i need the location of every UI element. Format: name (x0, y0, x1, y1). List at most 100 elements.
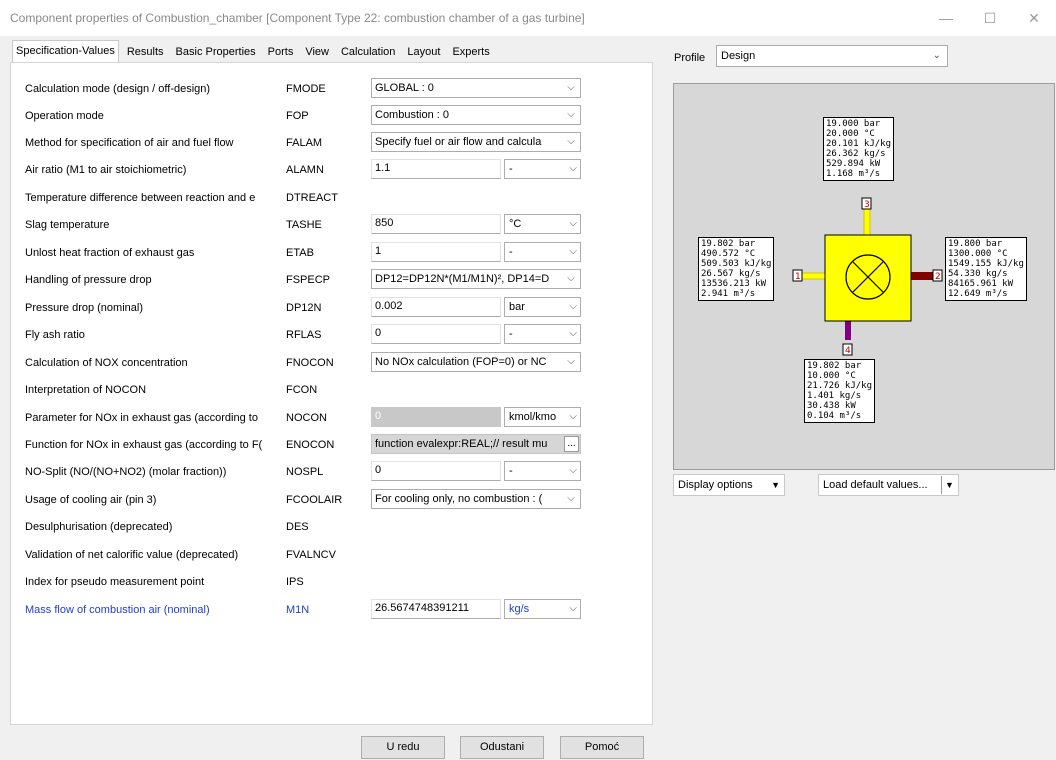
param-input[interactable]: 1 (371, 242, 501, 262)
pin-4-label: 4 (845, 346, 851, 356)
param-input-value: 0 (375, 464, 382, 476)
profile-select[interactable]: Design ⌄ (716, 45, 948, 67)
param-label: Air ratio (M1 to air stoichiometric) (25, 164, 187, 176)
param-label: Usage of cooling air (pin 3) (25, 494, 157, 506)
param-code: FALAM (286, 137, 323, 149)
param-select[interactable]: DP12=DP12N*(M1/M1N)², DP14=D ⌵ (371, 269, 581, 289)
param-code: FNOCON (286, 357, 334, 369)
load-default-values-button[interactable]: Load default values... ▼ (818, 474, 959, 496)
param-code: DTREACT (286, 192, 338, 204)
param-input[interactable]: 1.1 (371, 159, 501, 179)
param-row-enocon: Function for NOx in exhaust gas (accordi… (11, 434, 651, 456)
chevron-down-icon: ⌵ (569, 246, 577, 257)
minimize-icon[interactable]: — (928, 6, 964, 30)
param-row-nocon: Parameter for NOx in exhaust gas (accord… (11, 407, 651, 429)
param-code: FVALNCV (286, 549, 336, 561)
unit-value: - (509, 246, 513, 258)
param-row-rflas: Fly ash ratio RFLAS 0- ⌵ (11, 324, 651, 346)
component-diagram[interactable]: 1 2 3 4 19.000 bar 20.000 °C 20.101 kJ/k… (673, 83, 1055, 470)
cancel-button[interactable]: Odustani (460, 736, 544, 759)
unit-select[interactable]: - ⌵ (504, 461, 581, 481)
unit-select[interactable]: bar ⌵ (504, 297, 581, 317)
param-input[interactable]: 0.002 (371, 297, 501, 317)
param-row-ips: Index for pseudo measurement point IPS (11, 571, 651, 593)
maximize-icon[interactable]: ☐ (972, 6, 1008, 30)
param-label: Parameter for NOx in exhaust gas (accord… (25, 412, 258, 424)
chevron-down-icon: ⌵ (569, 411, 577, 422)
param-row-falam: Method for specification of air and fuel… (11, 132, 651, 154)
param-row-fvalncv: Validation of net calorific value (depre… (11, 544, 651, 566)
display-options-button[interactable]: Display options ▼ (673, 474, 785, 496)
param-label: Calculation mode (design / off-design) (25, 83, 211, 95)
tab-layout[interactable]: Layout (403, 42, 445, 62)
param-row-etab: Unlost heat fraction of exhaust gas ETAB 1… (11, 242, 651, 264)
param-row-m1n: Mass flow of combustion air (nominal) M1N… (11, 599, 651, 621)
unit-select[interactable]: °C ⌵ (504, 214, 581, 234)
tab-experts[interactable]: Experts (448, 42, 494, 62)
param-select[interactable]: Specify fuel or air flow and calcula ⌵ (371, 132, 581, 152)
fuel-line (845, 320, 851, 340)
combustion-chamber-symbol[interactable] (824, 234, 912, 322)
title-bar: Component properties of Combustion_chamb… (0, 0, 1056, 36)
chevron-down-icon: ⌵ (567, 136, 575, 147)
unit-select[interactable]: - ⌵ (504, 324, 581, 344)
tab-results[interactable]: Results (122, 42, 168, 62)
param-label: Pressure drop (nominal) (25, 302, 143, 314)
chevron-down-icon: ⌵ (569, 163, 577, 174)
profile-value: Design (721, 50, 756, 62)
param-input[interactable]: 26.5674748391211 (371, 599, 501, 619)
chevron-down-icon: ⌄ (932, 50, 941, 61)
chevron-down-icon: ⌵ (569, 603, 577, 614)
param-input[interactable]: 0 (371, 324, 501, 344)
param-select[interactable]: Combustion : 0 ⌵ (371, 105, 581, 125)
ok-button[interactable]: U redu (361, 736, 445, 759)
tab-calculation[interactable]: Calculation (336, 42, 400, 62)
close-icon[interactable]: ✕ (1016, 6, 1052, 30)
param-label: Mass flow of combustion air (nominal) (25, 604, 210, 616)
param-label: Validation of net calorific value (depre… (25, 549, 239, 561)
caret-down-icon[interactable]: ▼ (941, 476, 957, 494)
chevron-down-icon: ⌵ (567, 82, 575, 93)
tab-view[interactable]: View (301, 42, 333, 62)
tab-specification-values[interactable]: Specification-Values (12, 40, 119, 62)
unit-select[interactable]: kmol/kmo ⌵ (504, 407, 581, 427)
exhaust-line (910, 272, 934, 280)
param-select-value: No NOx calculation (FOP=0) or NC (375, 356, 547, 368)
param-input-value: 0.002 (375, 300, 403, 312)
edit-function-button[interactable]: ... (564, 436, 579, 452)
param-label: Operation mode (25, 110, 104, 122)
unit-select[interactable]: - ⌵ (504, 159, 581, 179)
unit-select[interactable]: kg/s ⌵ (504, 599, 581, 619)
param-code: RFLAS (286, 329, 322, 341)
pin-1-results: 19.802 bar 490.572 °C 509.503 kJ/kg 26.5… (698, 237, 775, 301)
param-input[interactable]: 850 (371, 214, 501, 234)
param-label: Interpretation of NOCON (25, 384, 147, 396)
param-code: NOCON (286, 412, 327, 424)
pin-2-results: 19.800 bar 1300.000 °C 1549.155 kJ/kg 54… (945, 237, 1027, 301)
unit-select[interactable]: - ⌵ (504, 242, 581, 262)
param-select[interactable]: No NOx calculation (FOP=0) or NC ⌵ (371, 352, 581, 372)
unit-value: kmol/kmo (509, 411, 557, 423)
pin-2-label: 2 (935, 272, 941, 282)
chevron-down-icon: ⌵ (569, 328, 577, 339)
param-select-value: Combustion : 0 (375, 109, 449, 121)
specification-panel: Calculation mode (design / off-design) FM… (10, 62, 653, 725)
help-button[interactable]: Pomoć (560, 736, 644, 759)
param-label: Temperature difference between reaction … (25, 192, 256, 204)
param-code: FOP (286, 110, 309, 122)
param-input[interactable]: 0 (371, 461, 501, 481)
caret-down-icon: ▼ (771, 480, 780, 490)
param-select[interactable]: For cooling only, no combustion : (⌵ (371, 489, 581, 509)
param-row-fspecp: Handling of pressure drop FSPECP DP12=DP12… (11, 269, 651, 291)
tab-basic-properties[interactable]: Basic Properties (171, 42, 260, 62)
unit-value: - (509, 163, 513, 175)
pin-3-results: 19.000 bar 20.000 °C 20.101 kJ/kg 26.362… (823, 117, 895, 181)
param-select[interactable]: GLOBAL : 0 ⌵ (371, 78, 581, 98)
param-input-value: 0 (375, 410, 382, 422)
tab-ports[interactable]: Ports (263, 42, 298, 62)
param-row-nospl: NO-Split (NO/(NO+NO2) (molar fraction)) N… (11, 461, 651, 483)
chevron-down-icon: ⌵ (567, 273, 575, 284)
chevron-down-icon: ⌵ (567, 356, 575, 367)
param-input-value: 0 (375, 327, 382, 339)
param-row-fop: Operation mode FOP Combustion : 0 ⌵ (11, 105, 651, 127)
